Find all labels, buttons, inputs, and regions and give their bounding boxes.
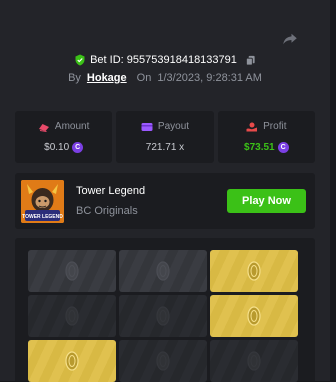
stat-payout: Payout 721.71 x	[116, 111, 214, 163]
coin-egg-icon	[156, 261, 170, 281]
stat-label: Payout	[157, 121, 190, 132]
card-icon	[141, 122, 153, 131]
game-provider: BC Originals	[76, 205, 138, 217]
on-label: On	[136, 72, 152, 84]
stat-value: $73.51	[244, 142, 275, 153]
currency-coin-icon: C	[72, 142, 84, 153]
profit-icon	[246, 122, 258, 131]
share-icon[interactable]	[281, 30, 299, 48]
board-tile	[28, 295, 116, 337]
coin-egg-icon	[247, 306, 261, 326]
stat-profit: Profit $73.51 C	[217, 111, 315, 163]
board-tile	[119, 250, 207, 292]
tile-grid	[28, 250, 300, 382]
game-card: TOWER LEGEND Tower Legend BC Originals P…	[15, 173, 315, 229]
stat-amount: Amount $0.10 C	[15, 111, 113, 163]
board-tile	[28, 250, 116, 292]
stat-value: 721.71 x	[145, 142, 185, 153]
game-name[interactable]: Tower Legend	[76, 185, 145, 197]
stat-label: Amount	[54, 121, 90, 132]
coins-icon	[38, 123, 49, 132]
by-label: By	[68, 72, 81, 84]
board-tile	[28, 340, 116, 382]
coin-egg-icon	[156, 351, 170, 371]
stat-label: Profit	[263, 121, 287, 132]
game-thumbnail[interactable]: TOWER LEGEND	[21, 180, 64, 223]
bet-stats: Amount $0.10 C Payout 721.71 x Profit $7…	[15, 111, 315, 163]
bet-datetime: 1/3/2023, 9:28:31 AM	[157, 72, 262, 84]
currency-coin-icon: C	[277, 142, 289, 153]
coin-egg-icon	[156, 306, 170, 326]
verified-shield-icon	[75, 54, 85, 66]
coin-egg-icon	[247, 261, 261, 281]
play-now-button[interactable]: Play Now	[227, 189, 306, 213]
coin-egg-icon	[65, 351, 79, 371]
board-tile	[119, 340, 207, 382]
coin-egg-icon	[65, 261, 79, 281]
board-tile	[210, 295, 298, 337]
bet-detail-panel: Bet ID: 955753918418133791 By Hokage On …	[0, 0, 330, 382]
user-link[interactable]: Hokage	[87, 72, 127, 84]
bet-id-row: Bet ID: 955753918418133791	[0, 52, 330, 68]
board-tile	[119, 295, 207, 337]
stat-value: $0.10	[44, 142, 70, 153]
bet-id: Bet ID: 955753918418133791	[90, 54, 237, 66]
game-board	[15, 238, 315, 382]
copy-icon[interactable]	[245, 55, 256, 66]
board-tile	[210, 250, 298, 292]
scrollbar[interactable]	[330, 0, 336, 381]
board-tile	[210, 340, 298, 382]
bet-author-row: By Hokage On 1/3/2023, 9:28:31 AM	[0, 71, 330, 85]
coin-egg-icon	[247, 351, 261, 371]
thumbnail-title: TOWER LEGEND	[22, 214, 63, 220]
coin-egg-icon	[65, 306, 79, 326]
